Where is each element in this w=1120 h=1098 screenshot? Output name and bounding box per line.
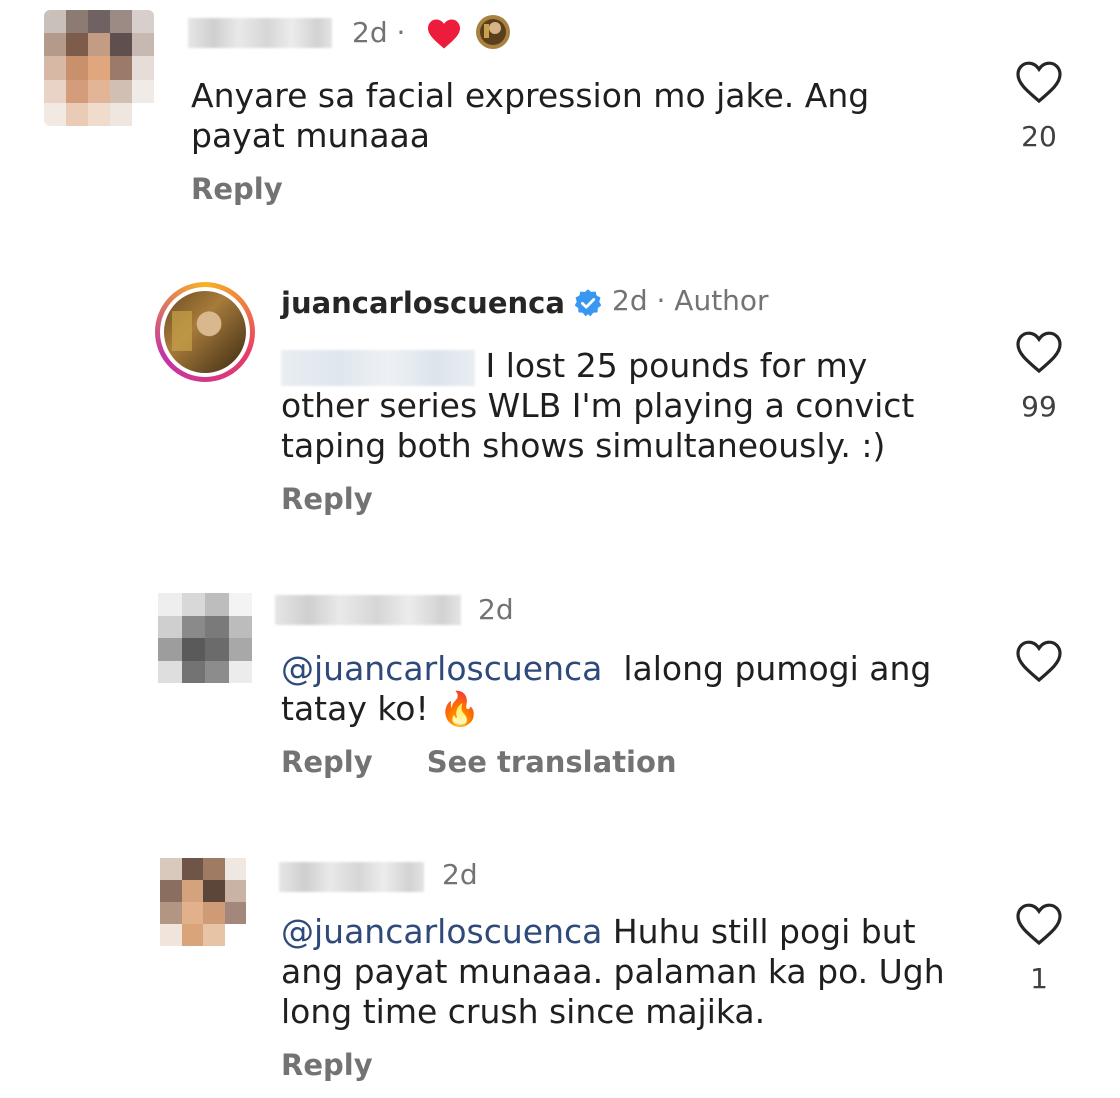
comment-meta: 2d ·: [352, 14, 511, 57]
comment-text: Anyare sa facial expression mo jake. Ang…: [191, 76, 870, 155]
avatar[interactable]: [158, 593, 252, 683]
comment-meta: 2d: [442, 858, 478, 891]
avatar[interactable]: [160, 858, 246, 946]
author-avatar-icon: [476, 15, 511, 49]
comment-actions: Reply: [281, 1048, 417, 1082]
timestamp: 2d ·: [352, 16, 406, 49]
like-count: 20: [1021, 120, 1057, 153]
author-photo: [164, 291, 246, 373]
avatar[interactable]: [155, 282, 255, 382]
comment-4: 2d @juancarloscuenca Huhu still pogi but…: [0, 850, 1120, 1098]
comment-3: 2d @juancarloscuenca lalong pumogi ang t…: [0, 585, 1120, 805]
comment-text-block: @juancarloscuenca lalong pumogi ang tata…: [281, 649, 961, 729]
comment-meta: 2d · Author: [612, 284, 769, 317]
author-label: · Author: [656, 284, 769, 317]
comment-text-block: @juancarloscuenca Huhu still pogi but an…: [281, 912, 961, 1032]
like-heart-icon[interactable]: [1015, 60, 1063, 104]
username-redacted[interactable]: [275, 595, 461, 625]
timestamp: 2d: [612, 284, 648, 317]
reply-button[interactable]: Reply: [191, 172, 283, 206]
like-heart-icon[interactable]: [1015, 639, 1063, 683]
mention-link[interactable]: @juancarloscuenca: [281, 649, 602, 688]
like-count: 1: [1030, 962, 1048, 995]
comment-text-block: I lost 25 pounds for my other series WLB…: [281, 346, 961, 466]
avatar[interactable]: [44, 10, 154, 126]
comment-meta: 2d: [478, 593, 514, 626]
username-redacted[interactable]: [188, 18, 332, 48]
author-liked-indicator: [426, 14, 511, 57]
like-heart-icon[interactable]: [1015, 330, 1063, 374]
comment-2: juancarloscuenca 2d · Author I lost 25 p…: [0, 270, 1120, 550]
comment-actions: Reply: [281, 482, 417, 516]
username-redacted[interactable]: [279, 862, 424, 892]
mention-link[interactable]: @juancarloscuenca: [281, 912, 602, 951]
timestamp: 2d: [442, 858, 478, 891]
comment-thread: 2d · Anyare sa facial expression mo jake…: [0, 0, 1120, 1098]
like-count: 99: [1021, 390, 1057, 423]
heart-filled-icon: [428, 19, 461, 49]
reply-button[interactable]: Reply: [281, 1048, 373, 1082]
timestamp: 2d: [478, 593, 514, 626]
verified-badge-icon: [574, 289, 602, 317]
reply-button[interactable]: Reply: [281, 482, 373, 516]
comment-actions: Reply See translation: [281, 745, 721, 779]
reply-button[interactable]: Reply: [281, 745, 373, 779]
like-heart-icon[interactable]: [1015, 902, 1063, 946]
mention-redacted[interactable]: [281, 349, 475, 386]
username[interactable]: juancarloscuenca: [281, 286, 603, 320]
comment-actions: Reply: [191, 172, 327, 206]
see-translation-button[interactable]: See translation: [427, 745, 677, 779]
comment-1: 2d · Anyare sa facial expression mo jake…: [0, 0, 1120, 240]
